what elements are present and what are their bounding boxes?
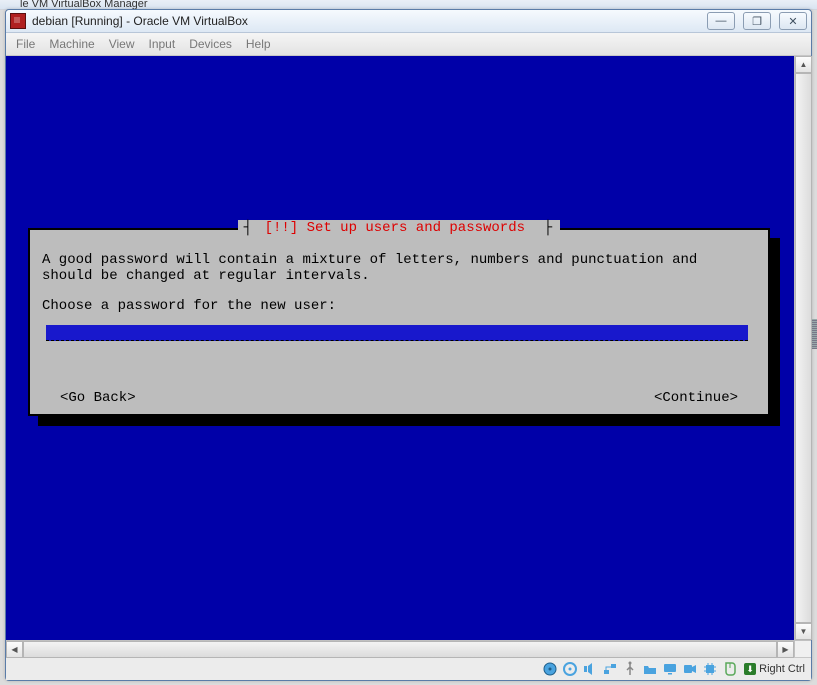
dialog-title-marker: [!!] [265, 220, 299, 236]
menu-input[interactable]: Input [149, 37, 176, 51]
dialog-title: ┤ [!!] Set up users and passwords ├ [238, 220, 560, 236]
scroll-down-button[interactable]: ▼ [795, 623, 812, 640]
scroll-thumb-horizontal[interactable] [23, 641, 777, 658]
recording-icon[interactable] [682, 661, 698, 677]
audio-icon[interactable] [582, 661, 598, 677]
scroll-right-button[interactable]: ▶ [777, 641, 794, 658]
host-key-indicator[interactable]: ⬇ Right Ctrl [744, 663, 805, 675]
cpu-icon[interactable] [702, 661, 718, 677]
close-icon: ✕ [788, 15, 797, 28]
vertical-scrollbar[interactable]: ▲ ▼ [794, 56, 811, 640]
screenshot-root: le VM VirtualBox Manager debian [Running… [0, 0, 817, 685]
horizontal-scrollbar[interactable]: ◀ ▶ [6, 640, 794, 657]
usb-icon[interactable] [622, 661, 638, 677]
menu-help[interactable]: Help [246, 37, 271, 51]
minimize-button[interactable]: — [707, 12, 735, 30]
virtualbox-app-icon [10, 13, 26, 29]
titlebar[interactable]: debian [Running] - Oracle VM VirtualBox … [6, 10, 811, 33]
continue-button[interactable]: <Continue> [654, 390, 738, 406]
vm-window: debian [Running] - Oracle VM VirtualBox … [5, 9, 812, 681]
password-input[interactable] [46, 325, 748, 341]
scroll-corner [794, 640, 811, 657]
menu-devices[interactable]: Devices [189, 37, 232, 51]
display-icon[interactable] [662, 661, 678, 677]
host-key-arrow-icon: ⬇ [744, 663, 756, 675]
statusbar: ⬇ Right Ctrl [6, 657, 811, 680]
dialog-description: A good password will contain a mixture o… [42, 252, 756, 284]
menu-view[interactable]: View [109, 37, 135, 51]
hard-disk-icon[interactable] [542, 661, 558, 677]
menu-file[interactable]: File [16, 37, 35, 51]
optical-drive-icon[interactable] [562, 661, 578, 677]
close-button[interactable]: ✕ [779, 12, 807, 30]
installer-dialog: ┤ [!!] Set up users and passwords ├ A go… [28, 228, 770, 416]
menu-machine[interactable]: Machine [49, 37, 94, 51]
maximize-button[interactable]: ❐ [743, 12, 771, 30]
scroll-up-button[interactable]: ▲ [795, 56, 812, 73]
window-title: debian [Running] - Oracle VM VirtualBox [32, 14, 248, 28]
host-key-label: Right Ctrl [759, 663, 805, 675]
maximize-icon: ❐ [752, 15, 762, 28]
dialog-prompt: Choose a password for the new user: [42, 298, 756, 314]
scroll-thumb-vertical[interactable] [795, 73, 812, 623]
network-icon[interactable] [602, 661, 618, 677]
shared-folders-icon[interactable] [642, 661, 658, 677]
guest-framebuffer[interactable]: ┤ [!!] Set up users and passwords ├ A go… [6, 56, 794, 640]
scroll-grip[interactable] [812, 319, 817, 349]
go-back-button[interactable]: <Go Back> [60, 390, 136, 406]
minimize-icon: — [716, 15, 727, 27]
dialog-title-text: Set up users and passwords [298, 220, 533, 236]
scroll-left-button[interactable]: ◀ [6, 641, 23, 658]
guest-display-container: ┤ [!!] Set up users and passwords ├ A go… [6, 56, 811, 657]
mouse-integration-icon[interactable] [722, 661, 738, 677]
menubar: File Machine View Input Devices Help [6, 33, 811, 56]
